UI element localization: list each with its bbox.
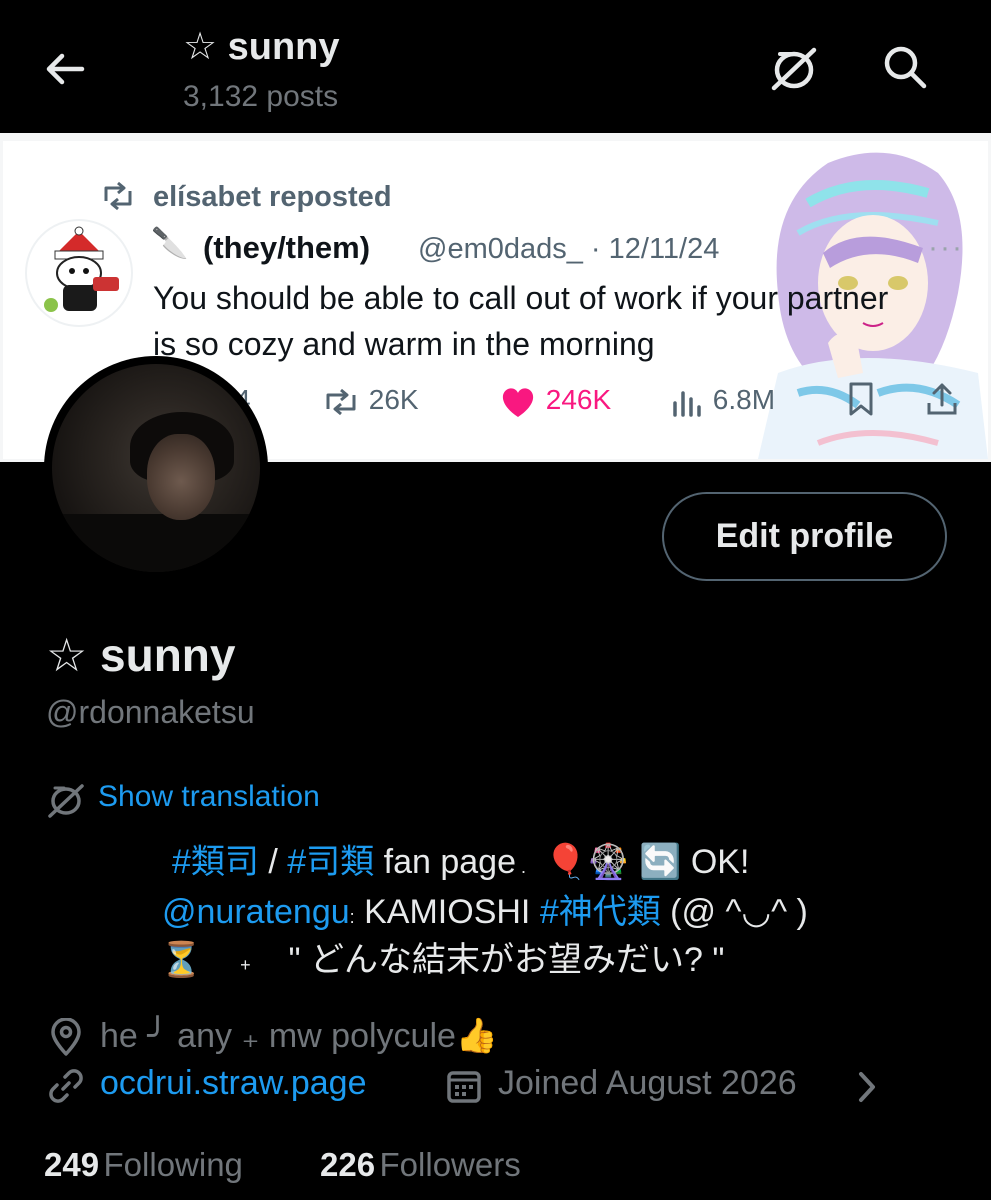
following-label: Following [103, 1146, 243, 1183]
tweet-more-icon: ··· [928, 231, 964, 264]
translate-button[interactable] [766, 44, 822, 94]
ferris-wheel-emoji: 🎡 [587, 843, 630, 881]
link-icon [49, 1069, 83, 1103]
views-metric: 6.8M [671, 384, 775, 417]
calendar-icon [447, 1071, 481, 1103]
followers-count: 226 [320, 1146, 376, 1183]
reposted-by-label: elísabet reposted [153, 181, 392, 213]
location-text: he ╯ any ₊ mw polycule👍 [100, 1017, 499, 1055]
show-translation-link[interactable]: Show translation [98, 780, 320, 814]
username: @rdonnaketsu [46, 694, 255, 730]
joined-date: Joined August 2026 [498, 1064, 797, 1102]
bookmark-icon [849, 382, 873, 416]
location-pin-icon [51, 1018, 81, 1056]
followers-label: Followers [379, 1146, 521, 1183]
hourglass-emoji: ⏳ [160, 941, 203, 979]
following-count: 249 [44, 1146, 100, 1183]
search-icon [884, 46, 927, 89]
translate-icon [771, 47, 817, 91]
edit-profile-button[interactable]: Edit profile [662, 492, 947, 581]
bio-text: OK! [681, 843, 750, 881]
bio-separator: / [258, 843, 288, 881]
repeat-emoji: 🔄 [639, 843, 682, 881]
header-title: ☆ sunny [183, 26, 340, 68]
repost-icon [326, 388, 356, 415]
repost-count: 26K [368, 384, 419, 415]
hashtag-link[interactable]: #類司 [172, 843, 259, 881]
like-metric: 246K [498, 384, 611, 419]
plus-sign: + [240, 955, 251, 975]
website-link[interactable]: ocdrui.straw.page [100, 1064, 367, 1103]
bio-line-2: @nuratengu: KAMIOSHI #神代類 (@ ^◡^ ) [162, 884, 808, 933]
views-chart-icon [673, 390, 701, 417]
avatar-shadow [52, 514, 260, 572]
heart-icon [502, 387, 534, 417]
kaomoji: (@ ^◡^ ) [660, 893, 808, 931]
views-count: 6.8M [712, 384, 776, 415]
search-button[interactable] [880, 42, 930, 92]
repost-metric: 26K [321, 384, 419, 417]
tweet-author-name: (they/them) [203, 230, 371, 265]
followers-link[interactable]: 226 Followers [320, 1146, 521, 1184]
back-button[interactable] [40, 44, 90, 94]
author-emoji: 🔪 [151, 227, 189, 260]
chevron-right-icon[interactable] [852, 1068, 882, 1106]
hashtag-link[interactable]: #神代類 [540, 893, 661, 931]
share-icon [927, 383, 957, 415]
header-posts-count: 3,132 posts [183, 80, 339, 113]
tweet-text: You should be able to call out of work i… [153, 280, 889, 362]
following-link[interactable]: 249 Following [44, 1146, 243, 1184]
bio-text: KAMIOSHI [354, 893, 540, 931]
balloon-emoji: 🎈 [544, 843, 588, 881]
cartoon-character-icon [44, 226, 119, 312]
tweet-author-avatar [25, 219, 133, 327]
repost-icon [104, 181, 132, 211]
arrow-left-icon [46, 53, 85, 85]
bio-text: fan page [374, 843, 516, 881]
bio-line-1: #類司 / #司類 fan page . 🎈🎡 🔄 OK! [172, 834, 749, 883]
mention-link[interactable]: @nuratengu [162, 893, 350, 931]
like-count: 246K [545, 384, 612, 415]
tweet-author-meta: @em0dads_ · 12/11/24 [418, 233, 720, 265]
display-name: ☆ sunny [46, 629, 236, 681]
bio-text: " どんな結末がお望みだい? " [288, 941, 725, 979]
profile-avatar[interactable] [52, 364, 260, 572]
translate-icon [48, 784, 84, 818]
hashtag-link[interactable]: #司類 [287, 843, 374, 881]
avatar-face [147, 434, 215, 520]
bio-line-3: ⏳ + " どんな結末がお望みだい? " [160, 932, 724, 981]
bio-dot: . [515, 857, 526, 877]
